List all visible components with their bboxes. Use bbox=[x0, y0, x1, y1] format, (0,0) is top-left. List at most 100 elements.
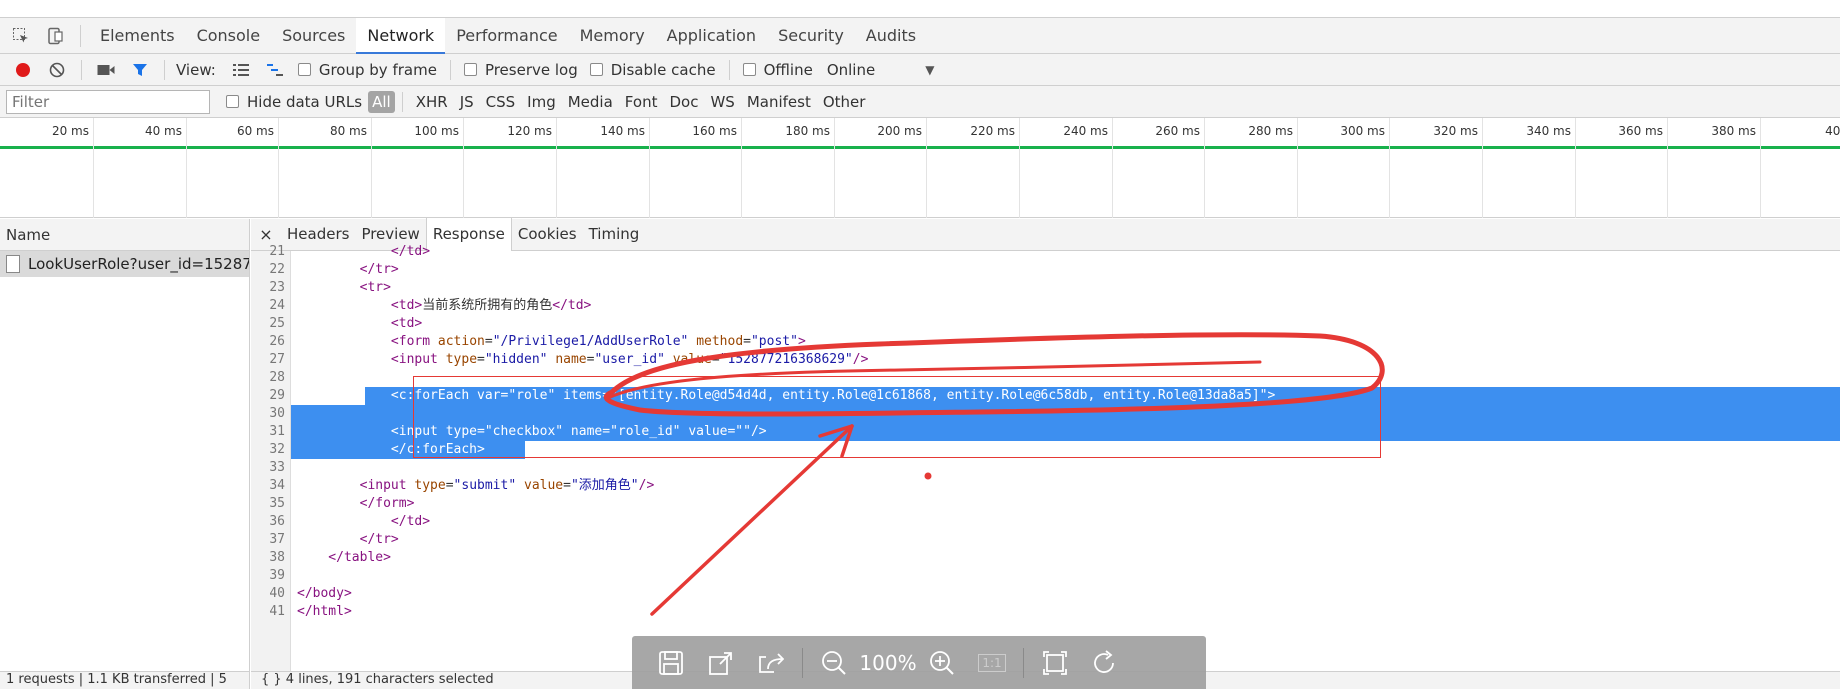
timeline-tick-label: 40 ms bbox=[144, 124, 182, 138]
separator bbox=[449, 59, 451, 80]
separator bbox=[164, 59, 165, 80]
hide-data-urls-checkbox[interactable]: Hide data URLs bbox=[226, 93, 362, 111]
annotation-rectangle bbox=[413, 376, 1381, 458]
filter-type-font[interactable]: Font bbox=[619, 91, 664, 113]
filter-type-js[interactable]: JS bbox=[454, 91, 480, 113]
disable-cache-checkbox[interactable]: Disable cache bbox=[589, 61, 716, 79]
filter-type-img[interactable]: Img bbox=[521, 91, 562, 113]
checkbox-box[interactable] bbox=[742, 63, 756, 76]
request-row[interactable]: LookUserRole?user_id=152877... bbox=[0, 251, 249, 277]
line-number: 37 bbox=[269, 532, 285, 547]
tab-network[interactable]: Network bbox=[356, 17, 446, 54]
top-window-strip bbox=[0, 0, 1840, 18]
chevron-down-icon[interactable]: ▼ bbox=[925, 63, 934, 77]
filter-type-media[interactable]: Media bbox=[562, 91, 619, 113]
clear-icon[interactable] bbox=[40, 56, 74, 84]
checkbox-box[interactable] bbox=[463, 63, 477, 76]
tab-sources[interactable]: Sources bbox=[271, 18, 356, 54]
group-by-frame-checkbox[interactable]: Group by frame bbox=[297, 61, 437, 79]
tab-elements[interactable]: Elements bbox=[89, 18, 186, 54]
code-token: value bbox=[524, 478, 564, 493]
preserve-log-checkbox[interactable]: Preserve log bbox=[463, 61, 578, 79]
filter-type-xhr[interactable]: XHR bbox=[410, 91, 454, 113]
rotate-icon[interactable] bbox=[1080, 643, 1130, 683]
devtools-tab-bar: Elements Console Sources Network Performance… bbox=[0, 17, 1840, 54]
timeline-tick-label: 220 ms bbox=[970, 124, 1015, 138]
code-token: <td> bbox=[297, 316, 423, 331]
inspect-element-icon[interactable] bbox=[4, 18, 38, 54]
actual-size-button[interactable]: 1:1 bbox=[967, 643, 1017, 683]
line-number: 24 bbox=[269, 298, 285, 313]
timeline-tick-label: 100 ms bbox=[414, 124, 459, 138]
filter-type-ws[interactable]: WS bbox=[704, 91, 740, 113]
code-token: = bbox=[484, 334, 493, 349]
code-token: "152877216368629" bbox=[719, 352, 853, 367]
checkbox-box[interactable] bbox=[589, 63, 603, 76]
code-line: 21 </td> bbox=[251, 243, 1840, 261]
line-number: 30 bbox=[269, 406, 285, 421]
code-token: = bbox=[711, 352, 720, 367]
filter-type-other[interactable]: Other bbox=[817, 91, 872, 113]
tab-application[interactable]: Application bbox=[656, 18, 767, 54]
tab-memory[interactable]: Memory bbox=[569, 18, 656, 54]
filter-type-manifest[interactable]: Manifest bbox=[741, 91, 817, 113]
timeline-tick-label: 160 ms bbox=[692, 124, 737, 138]
line-number: 32 bbox=[269, 442, 285, 457]
timeline-grid-line bbox=[741, 118, 742, 218]
code-token: </body> bbox=[297, 586, 352, 601]
request-name: LookUserRole?user_id=152877... bbox=[28, 255, 249, 273]
filter-type-all[interactable]: All bbox=[368, 90, 395, 113]
code-token: type bbox=[445, 352, 478, 367]
code-text: <td>当前系统所拥有的角色</td> bbox=[297, 297, 591, 315]
separator bbox=[728, 59, 730, 80]
filter-icon[interactable] bbox=[123, 56, 157, 84]
code-token: = bbox=[563, 478, 571, 493]
tab-console[interactable]: Console bbox=[186, 18, 272, 54]
tab-audits[interactable]: Audits bbox=[855, 18, 927, 54]
zoom-out-icon[interactable] bbox=[809, 643, 859, 683]
name-column-header[interactable]: Name bbox=[0, 219, 249, 251]
crop-export-icon[interactable] bbox=[696, 643, 746, 683]
capture-screenshots-icon[interactable] bbox=[89, 56, 123, 84]
large-rows-icon[interactable] bbox=[224, 56, 258, 84]
line-number: 26 bbox=[269, 334, 285, 349]
record-button[interactable] bbox=[6, 56, 40, 84]
separator bbox=[401, 91, 403, 112]
device-toolbar-icon[interactable] bbox=[38, 18, 72, 54]
close-detail-button[interactable]: × bbox=[251, 225, 281, 244]
filter-type-doc[interactable]: Doc bbox=[663, 91, 704, 113]
filter-input[interactable] bbox=[6, 89, 210, 114]
code-token: action bbox=[437, 334, 485, 349]
timeline-grid-line bbox=[278, 118, 279, 218]
response-code-view[interactable]: 21 </td> 22 </tr> 23 <tr> 24 <td>当前系统所拥有的角色… bbox=[251, 244, 1840, 671]
save-icon[interactable] bbox=[646, 643, 696, 683]
zoom-in-icon[interactable] bbox=[917, 643, 967, 683]
timeline-grid-line bbox=[1019, 118, 1020, 218]
code-token: value bbox=[672, 352, 712, 367]
offline-checkbox[interactable]: Offline bbox=[742, 61, 813, 79]
timeline-grid-line bbox=[93, 118, 94, 218]
line-number: 40 bbox=[269, 586, 285, 601]
fit-window-icon[interactable] bbox=[1030, 643, 1080, 683]
code-line: 39 bbox=[251, 567, 1840, 585]
checkbox-box[interactable] bbox=[226, 95, 239, 108]
filter-type-css[interactable]: CSS bbox=[480, 91, 522, 113]
code-token: "post" bbox=[750, 334, 798, 349]
checkbox-box[interactable] bbox=[297, 63, 311, 76]
timeline-tick-label: 300 ms bbox=[1340, 124, 1385, 138]
timeline-tick-label: 320 ms bbox=[1433, 124, 1478, 138]
code-line: 22 </tr> bbox=[251, 261, 1840, 279]
timeline-overview[interactable]: 20 ms 40 ms 60 ms 80 ms 100 ms 120 ms 140 ms 16… bbox=[0, 118, 1840, 218]
line-number: 23 bbox=[269, 280, 285, 295]
document-icon bbox=[6, 255, 20, 273]
tab-security[interactable]: Security bbox=[767, 18, 855, 54]
timeline-grid-line bbox=[1297, 118, 1298, 218]
throttling-select[interactable]: Online bbox=[827, 61, 875, 79]
waterfall-overview-icon[interactable] bbox=[258, 56, 292, 84]
code-token: <input bbox=[297, 352, 446, 367]
tab-performance[interactable]: Performance bbox=[445, 18, 568, 54]
share-icon[interactable] bbox=[746, 643, 796, 683]
separator bbox=[1023, 647, 1024, 678]
code-token: </tr> bbox=[297, 532, 399, 547]
